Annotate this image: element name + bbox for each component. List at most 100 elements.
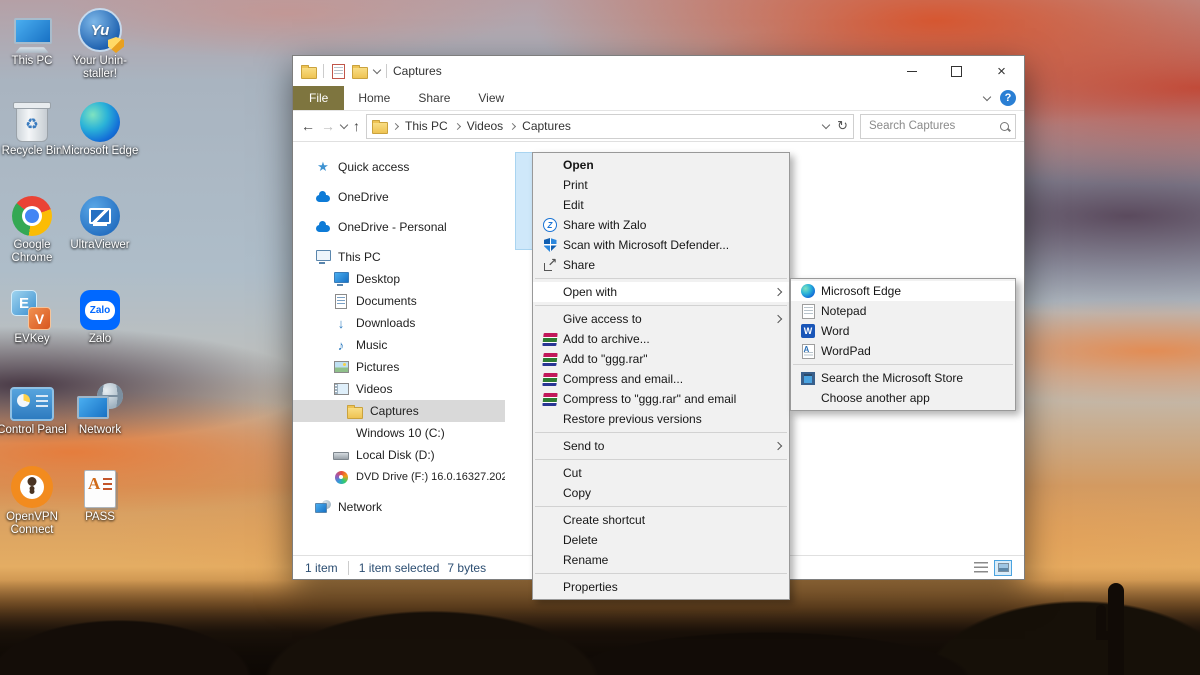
sidebar-item-onedrive-personal[interactable]: OneDrive - Personal [293, 216, 505, 238]
breadcrumb-separator [454, 122, 461, 129]
item-count: 1 item [305, 561, 338, 575]
submenu-item-word[interactable]: Word [791, 321, 1015, 341]
sidebar-item-captures[interactable]: Captures [293, 400, 505, 422]
desktop-icon-network[interactable]: Network [61, 377, 139, 437]
sidebar-item-label: Quick access [338, 160, 409, 174]
desktop-icon-label: Network [61, 424, 139, 437]
quick-access-icon [315, 159, 331, 175]
search-input[interactable] [867, 119, 996, 133]
menu-item-delete[interactable]: Delete [533, 530, 789, 550]
address-dropdown-icon[interactable] [822, 121, 830, 129]
breadcrumb-separator [392, 122, 399, 129]
search-box[interactable] [860, 114, 1016, 139]
tab-share[interactable]: Share [404, 86, 464, 110]
menu-item-share[interactable]: Share [533, 255, 789, 275]
menu-item-label: Delete [563, 533, 781, 547]
sidebar-item-label: Pictures [356, 360, 399, 374]
menu-item-open-with[interactable]: Open with [533, 282, 789, 302]
back-button[interactable]: ← [301, 119, 315, 133]
submenu-item-search-microsoft-store[interactable]: Search the Microsoft Store [791, 368, 1015, 388]
large-icons-view-icon[interactable] [994, 560, 1012, 576]
breadcrumb-this-pc[interactable]: This PC [403, 119, 450, 133]
sidebar-item-onedrive[interactable]: OneDrive [293, 186, 505, 208]
local-disk-icon [333, 452, 349, 460]
desktop-icon-ultraviewer[interactable]: UltraViewer [61, 192, 139, 252]
menu-item-label: Cut [563, 466, 781, 480]
sidebar-item-desktop[interactable]: Desktop [293, 268, 505, 290]
submenu-item-notepad[interactable]: Notepad [791, 301, 1015, 321]
menu-item-restore-previous-versions[interactable]: Restore previous versions [533, 409, 789, 429]
tab-view[interactable]: View [464, 86, 518, 110]
details-view-icon[interactable] [974, 562, 988, 574]
minimize-button[interactable] [889, 56, 934, 86]
help-icon[interactable] [1000, 90, 1016, 106]
menu-item-open[interactable]: Open [533, 155, 789, 175]
sidebar-item-this-pc[interactable]: This PC [293, 246, 505, 268]
sidebar-item-videos[interactable]: Videos [293, 378, 505, 400]
up-button[interactable]: ↑ [353, 119, 360, 133]
menu-item-label: Restore previous versions [563, 412, 781, 426]
menu-item-add-to-ggg-rar[interactable]: Add to "ggg.rar" [533, 349, 789, 369]
menu-item-cut[interactable]: Cut [533, 463, 789, 483]
sidebar-item-documents[interactable]: Documents [293, 290, 505, 312]
sidebar-item-local-disk-d[interactable]: Local Disk (D:) [293, 444, 505, 466]
forward-button[interactable]: → [321, 119, 335, 133]
desktop-icon-uninstaller[interactable]: Your Unin-staller! [61, 8, 139, 81]
close-button[interactable]: × [979, 56, 1024, 86]
desktop-icon-zalo[interactable]: Zalo [61, 286, 139, 346]
sidebar-item-dvd-drive-f[interactable]: DVD Drive (F:) 16.0.16327.20264 [293, 466, 505, 488]
sidebar-item-network[interactable]: Network [293, 496, 505, 518]
menu-item-add-to-archive[interactable]: Add to archive... [533, 329, 789, 349]
tab-home[interactable]: Home [344, 86, 404, 110]
menu-item-label: Microsoft Edge [821, 284, 1007, 298]
menu-item-give-access-to[interactable]: Give access to [533, 309, 789, 329]
tab-file[interactable]: File [293, 86, 344, 110]
sidebar-item-music[interactable]: Music [293, 334, 505, 356]
sidebar-item-label: Local Disk (D:) [356, 448, 435, 462]
sidebar-item-downloads[interactable]: Downloads [293, 312, 505, 334]
breadcrumb-videos[interactable]: Videos [465, 119, 505, 133]
desktop-icon-edge[interactable]: Microsoft Edge [61, 98, 139, 158]
address-bar[interactable]: This PC Videos Captures ↻ [366, 114, 854, 139]
customize-toolbar-icon[interactable] [373, 66, 381, 74]
folder-icon[interactable] [301, 67, 317, 79]
menu-item-scan-with-defender[interactable]: Scan with Microsoft Defender... [533, 235, 789, 255]
breadcrumb-captures[interactable]: Captures [520, 119, 573, 133]
menu-item-rename[interactable]: Rename [533, 550, 789, 570]
menu-item-create-shortcut[interactable]: Create shortcut [533, 510, 789, 530]
desktop-icon-label: Your Unin-staller! [61, 55, 139, 81]
winrar-icon [542, 393, 557, 406]
submenu-item-microsoft-edge[interactable]: Microsoft Edge [791, 281, 1015, 301]
sidebar-item-pictures[interactable]: Pictures [293, 356, 505, 378]
address-bar-row: ← → ↑ This PC Videos Captures ↻ [293, 111, 1024, 142]
new-folder-icon[interactable] [352, 67, 368, 79]
maximize-button[interactable] [934, 56, 979, 86]
menu-item-edit[interactable]: Edit [533, 195, 789, 215]
location-folder-icon [372, 122, 388, 134]
search-icon[interactable] [1000, 122, 1009, 131]
menu-item-send-to[interactable]: Send to [533, 436, 789, 456]
desktop-icon-pass[interactable]: PASS [61, 464, 139, 524]
refresh-icon[interactable]: ↻ [837, 118, 848, 134]
menu-item-copy[interactable]: Copy [533, 483, 789, 503]
title-bar[interactable]: Captures × [293, 56, 1024, 86]
sidebar-item-windows-c-drive[interactable]: Windows 10 (C:) [293, 422, 505, 444]
menu-item-properties[interactable]: Properties [533, 577, 789, 597]
recent-locations-icon[interactable] [340, 121, 348, 129]
toolbar-divider [386, 64, 387, 78]
menu-item-label: Add to "ggg.rar" [563, 352, 781, 366]
menu-separator [535, 432, 787, 433]
menu-item-compress-and-email[interactable]: Compress and email... [533, 369, 789, 389]
sidebar-item-quick-access[interactable]: Quick access [293, 156, 505, 178]
properties-icon[interactable] [332, 64, 345, 79]
menu-item-label: Create shortcut [563, 513, 781, 527]
collapse-ribbon-icon[interactable] [983, 93, 991, 101]
menu-item-print[interactable]: Print [533, 175, 789, 195]
desktop-icon-label: Zalo [61, 333, 139, 346]
wordpad-icon [802, 344, 815, 359]
submenu-item-wordpad[interactable]: WordPad [791, 341, 1015, 361]
submenu-item-choose-another-app[interactable]: Choose another app [791, 388, 1015, 408]
menu-item-compress-to-ggg-rar-and-email[interactable]: Compress to "ggg.rar" and email [533, 389, 789, 409]
sidebar-item-label: Downloads [356, 316, 415, 330]
menu-item-share-with-zalo[interactable]: Share with Zalo [533, 215, 789, 235]
